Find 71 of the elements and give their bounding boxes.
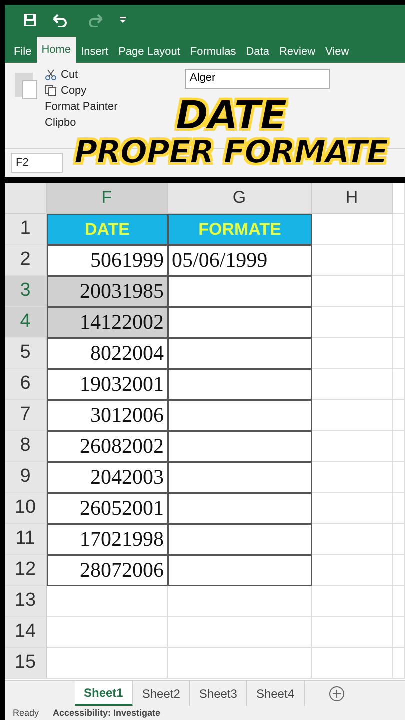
table-header: DATE [47,214,168,245]
empty-cell [393,338,405,369]
column-header[interactable]: F [47,183,168,214]
empty-cell [393,307,405,338]
table-cell: 17021998 [47,524,168,555]
empty-cell [393,400,405,431]
empty-cell [393,524,405,555]
customize-icon[interactable] [119,15,127,25]
ribbon-tab[interactable]: View [320,41,354,63]
overlay-title: PROPER FORMATE [74,136,388,168]
ribbon-tab[interactable]: Data [241,41,274,63]
table-cell: 19032001 [47,369,168,400]
add-sheet-icon[interactable] [328,686,344,702]
table-cell: 5061999 [47,245,168,276]
row-header[interactable]: 1 [5,214,47,245]
row-header[interactable]: 2 [5,245,47,276]
copy-button[interactable]: Copy [45,85,175,97]
row-header[interactable]: 6 [5,369,47,400]
ribbon-tab[interactable]: Insert [76,41,114,63]
row-header[interactable]: 14 [5,617,47,648]
sheet-tab[interactable]: Sheet1 [75,681,134,706]
column-header[interactable]: G [168,183,312,214]
table-cell: 26052001 [47,493,168,524]
column-header[interactable]: H [312,183,393,214]
row-header[interactable]: 13 [5,586,47,617]
row-header[interactable]: 8 [5,431,47,462]
empty-cell [393,431,405,462]
group-label: Clipbo [45,117,78,129]
empty-cell [393,214,405,245]
table-cell: 20031985 [47,276,168,307]
scissors-icon [45,69,57,81]
status-text: Ready [13,708,40,718]
format-painter-button[interactable]: Format Painter [45,101,175,113]
save-icon[interactable] [23,13,37,27]
table-header: FORMATE [168,214,312,245]
ribbon-tab[interactable]: Page Layout [114,41,186,63]
table-cell: 3012006 [47,400,168,431]
row-header[interactable]: 10 [5,493,47,524]
row-header[interactable]: 3 [5,276,47,307]
empty-cell [393,462,405,493]
ribbon-tab[interactable]: Home [36,37,76,63]
overlay-title: DATE [176,96,286,136]
row-header[interactable]: 9 [5,462,47,493]
table-cell: 26082002 [47,431,168,462]
table-cell: 2042003 [47,462,168,493]
font-field[interactable]: Alger [185,69,330,89]
empty-cell [393,586,405,617]
row-header[interactable]: 5 [5,338,47,369]
row-header[interactable]: 4 [5,307,47,338]
accessibility-status[interactable]: Accessibility: Investigate [53,708,161,718]
empty-cell [393,245,405,276]
empty-cell [393,369,405,400]
cut-button[interactable]: Cut [45,69,175,81]
empty-cell [393,555,405,586]
table-cell: 14122002 [47,307,168,338]
row-header[interactable]: 15 [5,648,47,679]
ribbon-tab[interactable]: File [9,41,37,63]
row-header[interactable]: 7 [5,400,47,431]
empty-cell [393,276,405,307]
name-box[interactable]: F2 [11,153,63,173]
empty-cell [393,493,405,524]
ribbon-tab[interactable]: Review [274,41,321,63]
table-cell: 8022004 [47,338,168,369]
row-header[interactable]: 12 [5,555,47,586]
empty-cell [393,617,405,648]
table-cell: 28072006 [47,555,168,586]
table-cell: 05/06/1999 [168,245,312,276]
copy-icon [45,85,57,97]
ribbon-tab[interactable]: Formulas [185,41,242,63]
empty-cell [393,183,405,214]
row-header[interactable]: 11 [5,524,47,555]
